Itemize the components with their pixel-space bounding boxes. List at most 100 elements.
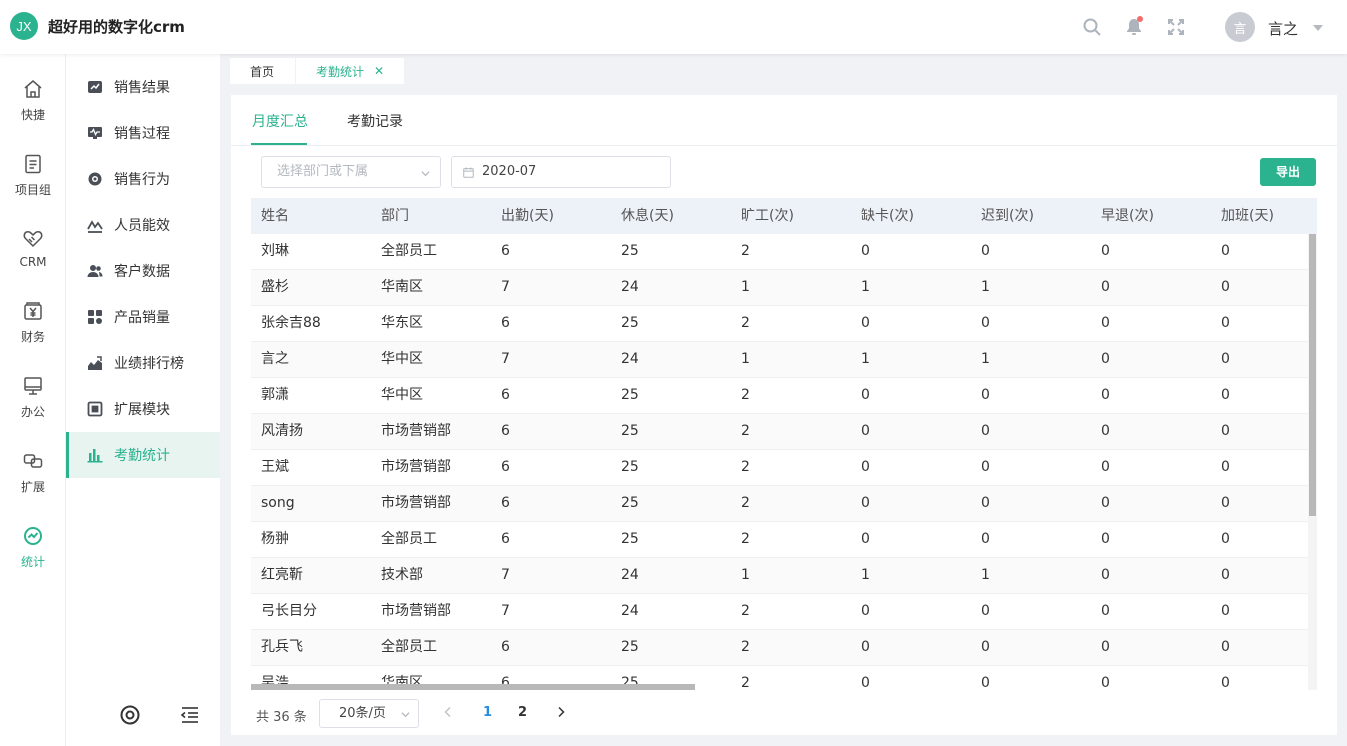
table-cell: 王斌 [261,459,289,475]
rail-item-office[interactable]: 办公 [0,375,66,445]
table-row[interactable]: 盛杉 华南区 7 24 1 1 1 0 0 [251,270,1308,306]
close-icon[interactable]: ✕ [374,64,384,78]
subnav-extension-module[interactable]: 扩展模块 [66,386,220,432]
rail-label: CRM [19,255,47,269]
table-row[interactable]: 风清扬 市场营销部 6 25 2 0 0 0 0 [251,414,1308,450]
page-number[interactable]: 2 [518,705,527,720]
table-body: 刘琳 全部员工 6 25 2 0 0 0 0 盛杉 华南区 7 24 1 1 1 0 0 张余吉88 华东区 6 25 2 0… [251,234,1308,690]
table-cell: 6 [501,495,510,511]
prev-page-icon[interactable] [442,706,454,718]
table-row[interactable]: 杨翀 全部员工 6 25 2 0 0 0 0 [251,522,1308,558]
attendance-table: 姓名 部门 出勤(天) 休息(天) 旷工(次) 缺卡(次) 迟到(次) 早退(次) 加班(天) … [251,198,1317,690]
table-cell: 1 [741,279,750,295]
subnav-attendance-stats[interactable]: 考勤统计 [66,432,220,478]
table-cell: 2 [741,423,750,439]
table-cell: 郭潇 [261,387,289,403]
tab-monthly-summary[interactable]: 月度汇总 [252,111,308,131]
export-button[interactable]: 导出 [1260,158,1316,186]
subnav-customer-data[interactable]: 客户数据 [66,248,220,294]
rail-item-extend[interactable]: 扩展 [0,450,66,520]
table-row[interactable]: song 市场营销部 6 25 2 0 0 0 0 [251,486,1308,522]
bell-icon[interactable] [1124,16,1144,37]
settings-circle-icon[interactable] [119,704,141,726]
customer-icon [87,265,103,277]
subnav-product-sales[interactable]: 产品销量 [66,294,220,340]
main-content: 月度汇总 考勤记录 选择部门或下属 2020-07 导出 姓名 部门 出勤(天) 休息… [231,95,1337,735]
next-page-icon[interactable] [555,706,567,718]
sales-process-icon [88,127,102,139]
table-row[interactable]: 刘琳 全部员工 6 25 2 0 0 0 0 [251,234,1308,270]
vertical-scroll-thumb[interactable] [1309,234,1316,516]
table-cell: 0 [1101,279,1110,295]
month-picker[interactable]: 2020-07 [451,156,671,188]
subnav-staff-efficiency[interactable]: 人员能效 [66,202,220,248]
rail-item-statistics[interactable]: 统计 [0,525,66,595]
table-cell: 0 [1221,315,1230,331]
column-header: 旷工(次) [741,208,794,224]
department-select[interactable]: 选择部门或下属 [261,156,441,188]
table-cell: 0 [861,675,870,690]
search-icon[interactable] [1082,17,1102,37]
username[interactable]: 言之 [1268,18,1298,39]
table-cell: 2 [741,531,750,547]
table-row[interactable]: 红亮靳 技术部 7 24 1 1 1 0 0 [251,558,1308,594]
fullscreen-icon[interactable] [1166,17,1186,37]
avatar[interactable]: 言 [1225,12,1255,42]
subnav-ranking[interactable]: 业绩排行榜 [66,340,220,386]
table-cell: 0 [861,495,870,511]
table-cell: 25 [621,531,639,547]
vertical-scrollbar[interactable] [1308,234,1317,690]
total-count: 共 36 条 [256,710,307,725]
subnav-label: 业绩排行榜 [114,356,184,372]
table-cell: 25 [621,243,639,259]
table-cell: 华东区 [381,315,423,331]
product-icon [88,310,102,324]
table-row[interactable]: 张余吉88 华东区 6 25 2 0 0 0 0 [251,306,1308,342]
table-cell: 市场营销部 [381,423,451,439]
rail-item-finance[interactable]: 财务 [0,300,66,370]
table-row[interactable]: 弓长目分 市场营销部 7 24 2 0 0 0 0 [251,594,1308,630]
table-row[interactable]: 孔兵飞 全部员工 6 25 2 0 0 0 0 [251,630,1308,666]
department-select-placeholder: 选择部门或下属 [277,164,369,179]
table-cell: 1 [981,279,990,295]
rail-item-crm[interactable]: CRM [0,227,66,297]
collapse-menu-icon[interactable] [179,704,201,726]
table-cell: 盛杉 [261,279,289,295]
table-cell: 25 [621,459,639,475]
rail-item-project-group[interactable]: 项目组 [0,153,66,223]
table-cell: 0 [1221,387,1230,403]
rail-item-shortcut[interactable]: 快捷 [0,78,66,148]
tab-attendance-stats[interactable]: 考勤统计 ✕ [296,58,404,84]
subnav-sales-result[interactable]: 销售结果 [66,64,220,110]
table-row[interactable]: 郭潇 华中区 6 25 2 0 0 0 0 [251,378,1308,414]
table-row[interactable]: 言之 华中区 7 24 1 1 1 0 0 [251,342,1308,378]
table-cell: 0 [1221,639,1230,655]
table-cell: 0 [1221,459,1230,475]
page-number-current[interactable]: 1 [483,705,492,720]
table-cell: 0 [1101,423,1110,439]
table-row[interactable]: 王斌 市场营销部 6 25 2 0 0 0 0 [251,450,1308,486]
tab-attendance-records[interactable]: 考勤记录 [347,111,403,131]
table-cell: 杨翀 [261,531,289,547]
column-header: 出勤(天) [501,208,554,224]
table-cell: 0 [1221,423,1230,439]
table-cell: 6 [501,423,510,439]
monitor-icon [24,377,42,395]
table-cell: 24 [621,279,639,295]
tab-label: 考勤统计 [316,64,365,79]
tab-home[interactable]: 首页 [230,58,295,84]
table-cell: 7 [501,279,510,295]
subnav-label: 扩展模块 [114,402,170,418]
table-cell: 张余吉88 [261,315,321,331]
table-cell: 24 [621,603,639,619]
column-header: 早退(次) [1101,208,1154,224]
efficiency-icon [87,220,103,233]
app-title: 超好用的数字化crm [48,18,185,36]
subnav-sales-behavior[interactable]: 销售行为 [66,156,220,202]
chevron-down-icon[interactable] [1313,25,1323,31]
table-cell: 7 [501,603,510,619]
horizontal-scroll-thumb[interactable] [251,684,695,690]
page-size-select[interactable]: 20条/页 [319,699,419,728]
table-cell: 1 [741,567,750,583]
subnav-sales-process[interactable]: 销售过程 [66,110,220,156]
